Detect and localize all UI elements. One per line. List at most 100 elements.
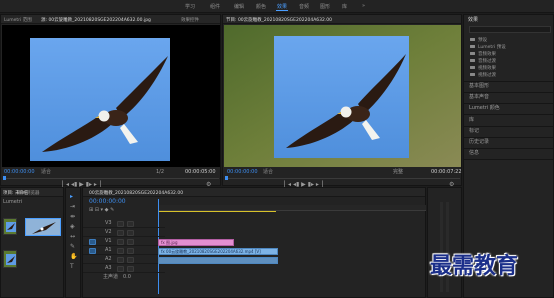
section-libraries[interactable]: 库 [469, 118, 474, 123]
tab-sequence[interactable]: 00云旋雕教_20210820SGE202204A632.00 [89, 190, 183, 196]
project-thumbnail-2[interactable] [25, 218, 61, 236]
source-timeline-ruler[interactable] [3, 178, 219, 179]
track-select-tool-icon[interactable]: ⇥ [70, 204, 75, 210]
effects-item-video-effects[interactable]: 视频效果 [470, 65, 496, 71]
track-v1[interactable]: V1 [83, 238, 165, 246]
source-duration: 00:00:05:00 [185, 169, 216, 175]
program-timeline-ruler[interactable] [225, 178, 460, 179]
work-area-bar[interactable] [158, 211, 276, 212]
track-a2[interactable]: A2 [83, 256, 165, 264]
workspace-tab-audio[interactable]: 音频 [299, 3, 309, 10]
track-v3[interactable]: V3 [83, 220, 165, 228]
type-tool-icon[interactable]: T [70, 264, 74, 270]
track-label: A1 [105, 247, 112, 253]
workspace-tab-learn[interactable]: 学习 [185, 3, 195, 10]
selection-tool-icon[interactable]: ▸ [70, 194, 73, 200]
mute-button[interactable] [117, 248, 124, 254]
tab-lumetri-scopes[interactable]: Lumetri 范围 [4, 17, 32, 23]
timeline-panel: 00云旋雕教_20210820SGE202204A632.00 00:00:00… [82, 187, 426, 298]
source-patch-v1[interactable] [89, 239, 96, 245]
project-thumbnail-3[interactable] [3, 250, 17, 268]
thumbnail-eagle-image [4, 251, 16, 267]
master-value[interactable]: 0.0 [123, 275, 131, 280]
pen-tool-icon[interactable]: ✎ [70, 244, 75, 250]
source-fit-dropdown[interactable]: 适合 [41, 170, 51, 175]
section-markers[interactable]: 标记 [469, 129, 479, 134]
workspace-bar: 学习 组件 编辑 颜色 效果 音频 图形 库 » [0, 0, 554, 13]
section-lumetri-color[interactable]: Lumetri 颜色 [469, 106, 500, 111]
audio-meters-panel [427, 187, 462, 298]
slip-tool-icon[interactable]: ↔ [70, 234, 75, 240]
watermark-logo: 最需教育 [430, 253, 519, 279]
source-playhead[interactable] [3, 176, 6, 180]
lock-icon[interactable] [117, 239, 124, 245]
tab-program[interactable]: 节目: 00云旋雕教_20210820SGE202204A632.00 [226, 17, 332, 23]
solo-button[interactable] [127, 266, 134, 272]
razor-tool-icon[interactable]: ◈ [70, 224, 75, 230]
source-video[interactable] [2, 25, 220, 167]
effects-panel-title[interactable]: 效果 [468, 18, 478, 23]
track-v2[interactable]: V2 [83, 229, 165, 237]
project-lumetri-label: Lumetri [3, 199, 23, 205]
program-timecode[interactable]: 00:00:00:00 [227, 170, 258, 175]
track-master[interactable]: 主声道 0.0 [83, 274, 165, 282]
program-duration: 00:00:07:22 [431, 169, 462, 175]
divider [464, 126, 553, 127]
section-essential-graphics[interactable]: 基本图形 [469, 84, 489, 89]
program-video[interactable] [224, 25, 461, 167]
source-timecode[interactable]: 00:00:00:00 [4, 170, 35, 175]
workspace-tab-editing[interactable]: 编辑 [234, 3, 244, 10]
eye-icon[interactable] [127, 221, 134, 227]
clip-v1-video[interactable]: fx 00云旋雕教_20210820SGE202204A632.mp4 [V] [158, 248, 278, 255]
effects-item-presets[interactable]: 预设 [470, 37, 487, 43]
thumbnail-eagle-image [26, 219, 60, 235]
timeline-tools-icon[interactable]: ⊞ ⊟ ▾ ◆ ✎ [89, 208, 114, 213]
effects-item-video-transitions[interactable]: 视频过渡 [470, 72, 496, 78]
workspace-tab-effects[interactable]: 效果 [277, 3, 287, 10]
clip-a1-audio[interactable] [158, 257, 278, 264]
divider [464, 103, 553, 104]
track-a1[interactable]: A1 [83, 247, 165, 255]
divider [464, 81, 553, 82]
lock-icon[interactable] [117, 230, 124, 236]
effects-item-lumetri-presets[interactable]: Lumetri 预设 [470, 44, 506, 50]
ripple-edit-tool-icon[interactable]: ⇹ [70, 214, 75, 220]
project-panel: 项目: 未命名 媒体浏览器 Lumetri [0, 187, 64, 298]
divider [464, 137, 553, 138]
eye-icon[interactable] [127, 239, 134, 245]
tools-panel: ▸ ⇥ ⇹ ◈ ↔ ✎ ✋ T [65, 187, 81, 298]
source-patch-a1[interactable] [89, 248, 96, 254]
folder-icon [470, 65, 475, 69]
program-tabbar: 节目: 00云旋雕教_20210820SGE202204A632.00 [223, 15, 461, 24]
section-history[interactable]: 历史记录 [469, 140, 489, 145]
mute-button[interactable] [117, 266, 124, 272]
tab-source[interactable]: 源: 00云旋雕教_20210820SGE202204A632.00.jpg [41, 17, 151, 23]
program-playhead[interactable] [225, 176, 228, 180]
lock-icon[interactable] [117, 221, 124, 227]
project-thumbnail-1[interactable] [3, 218, 17, 235]
workspace-more-icon[interactable]: » [362, 3, 365, 9]
program-resolution-dropdown[interactable]: 完整 [393, 170, 403, 175]
mute-button[interactable] [117, 257, 124, 263]
workspace-tab-assembly[interactable]: 组件 [210, 3, 220, 10]
source-fraction[interactable]: 1/2 [156, 170, 164, 175]
effects-search-input[interactable] [469, 26, 551, 33]
workspace-tab-libraries[interactable]: 库 [342, 3, 347, 10]
source-eagle-image [30, 38, 170, 161]
section-essential-sound[interactable]: 基本声音 [469, 95, 489, 100]
solo-button[interactable] [127, 248, 134, 254]
clip-v2-image[interactable]: fx 图.jpg [158, 239, 234, 246]
timeline-timecode[interactable]: 00:00:00:00 [89, 199, 126, 205]
section-info[interactable]: 信息 [469, 151, 479, 156]
effects-item-audio-effects[interactable]: 音频效果 [470, 51, 496, 57]
tab-media-browser[interactable]: 媒体浏览器 [17, 190, 40, 196]
program-fit-dropdown[interactable]: 适合 [263, 170, 273, 175]
hand-tool-icon[interactable]: ✋ [70, 254, 77, 260]
effects-item-audio-transitions[interactable]: 音频过渡 [470, 58, 496, 64]
solo-button[interactable] [127, 257, 134, 263]
workspace-tab-color[interactable]: 颜色 [256, 3, 266, 10]
workspace-tab-graphics[interactable]: 图形 [320, 3, 330, 10]
track-a3[interactable]: A3 [83, 265, 165, 273]
tab-effect-controls[interactable]: 效果控件 [181, 17, 199, 23]
eye-icon[interactable] [127, 230, 134, 236]
